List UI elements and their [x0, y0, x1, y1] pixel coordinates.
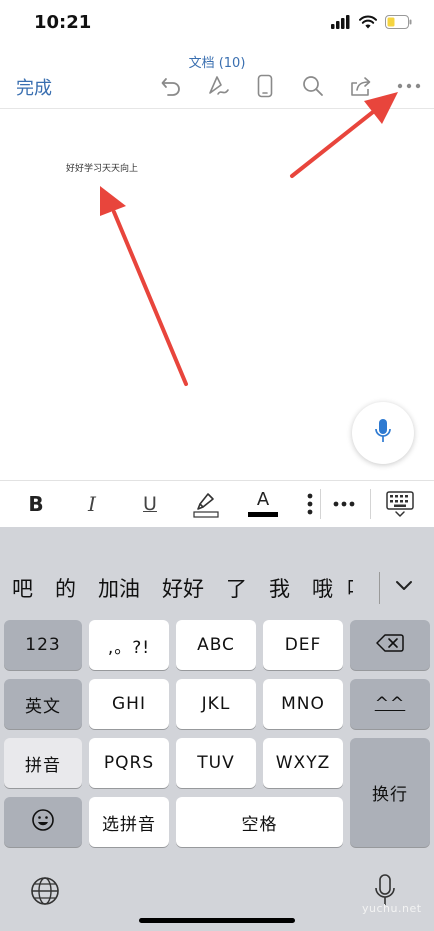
delete-icon [376, 633, 404, 658]
watermark-text: yuchu.net [362, 902, 422, 915]
chevron-down-icon[interactable] [394, 578, 420, 598]
key-emoticon[interactable]: ^^ [350, 679, 430, 729]
key-label: GHI [112, 694, 146, 714]
key-select-pinyin[interactable]: 选拼音 [89, 797, 169, 847]
status-icons [331, 14, 412, 33]
microphone-icon [374, 418, 392, 448]
return-key[interactable]: 换行 [350, 738, 430, 847]
key-label: 换行 [372, 785, 408, 805]
key-label: TUV [197, 753, 235, 773]
status-time: 10:21 [34, 12, 92, 33]
done-button[interactable]: 完成 [16, 74, 52, 100]
key-abc[interactable]: ABC [176, 620, 256, 670]
signal-icon [331, 14, 351, 33]
key-label: ABC [197, 635, 235, 655]
candidate-item[interactable]: 我 [269, 573, 290, 603]
key-tuv[interactable]: TUV [176, 738, 256, 788]
key-pqrs[interactable]: PQRS [89, 738, 169, 788]
space-key[interactable]: 空格 [176, 797, 343, 847]
candidate-item[interactable]: 吧 [12, 573, 33, 603]
key-ghi[interactable]: GHI [89, 679, 169, 729]
keyboard-dismiss-icon[interactable] [380, 481, 420, 527]
candidate-bar: 吧 的 加油 好好 了 我 哦 吖 [0, 564, 434, 612]
key-label: MNO [281, 694, 325, 714]
key-label: DEF [284, 635, 322, 655]
candidate-item[interactable]: 了 [226, 573, 247, 603]
key-def[interactable]: DEF [263, 620, 343, 670]
italic-button[interactable]: I [72, 481, 112, 527]
candidate-item[interactable]: 加油 [98, 573, 140, 603]
mobile-view-icon[interactable] [250, 72, 280, 100]
key-123[interactable]: 123 [4, 620, 82, 670]
candidate-divider [379, 572, 380, 604]
delete-key[interactable] [350, 620, 430, 670]
key-jkl[interactable]: JKL [176, 679, 256, 729]
key-label: 选拼音 [102, 814, 156, 835]
more-icon[interactable] [394, 72, 424, 100]
share-icon[interactable] [346, 72, 376, 100]
key-label: JKL [201, 694, 231, 714]
key-label: 空格 [241, 814, 278, 835]
font-color-letter: A [256, 489, 270, 510]
format-toolbar: B I U A [0, 480, 434, 526]
arrow-to-more-icon [290, 92, 398, 178]
key-label: ^^ [374, 694, 406, 714]
candidate-item[interactable]: 吖 [347, 573, 353, 603]
candidate-item[interactable]: 好好 [162, 573, 204, 603]
dictate-button[interactable] [352, 402, 414, 464]
key-label: WXYZ [275, 753, 331, 773]
key-pinyin[interactable]: 拼音 [4, 738, 82, 788]
arrow-to-document-text [100, 186, 188, 386]
document-title: 文档 (10) [188, 56, 246, 71]
highlighter-icon[interactable] [186, 481, 226, 527]
candidate-item[interactable]: 哦 [312, 573, 333, 603]
overflow-dots-icon[interactable] [300, 481, 320, 527]
key-mno[interactable]: MNO [263, 679, 343, 729]
document-body-text[interactable]: 好好学习天天向上 [66, 161, 138, 174]
bold-button[interactable]: B [16, 481, 56, 527]
globe-icon[interactable] [30, 876, 60, 910]
key-punctuation[interactable]: ,。?! [89, 620, 169, 670]
candidate-item[interactable]: 的 [55, 573, 76, 603]
key-wxyz[interactable]: WXYZ [263, 738, 343, 788]
home-indicator[interactable] [139, 918, 295, 923]
key-label: PQRS [103, 753, 155, 773]
undo-icon[interactable] [156, 72, 186, 100]
key-label: 英文 [25, 696, 61, 717]
battery-icon [385, 14, 412, 33]
emoji-key[interactable] [4, 797, 82, 847]
font-color-icon[interactable]: A [243, 481, 283, 527]
key-label: 拼音 [25, 755, 61, 776]
search-icon[interactable] [298, 72, 328, 100]
key-label: 123 [25, 635, 61, 655]
key-label: ,。?! [107, 637, 151, 658]
format-more-icon[interactable] [326, 481, 362, 527]
draw-pen-icon[interactable] [203, 72, 233, 100]
emoji-icon [31, 808, 55, 837]
underline-button[interactable]: U [130, 481, 170, 527]
header-divider [0, 108, 434, 109]
key-english[interactable]: 英文 [4, 679, 82, 729]
wifi-icon [359, 14, 377, 33]
screen: 10:21 文档 (10) 完成 好好学习天天向上 B I U A 吧 的 加油… [0, 0, 434, 931]
